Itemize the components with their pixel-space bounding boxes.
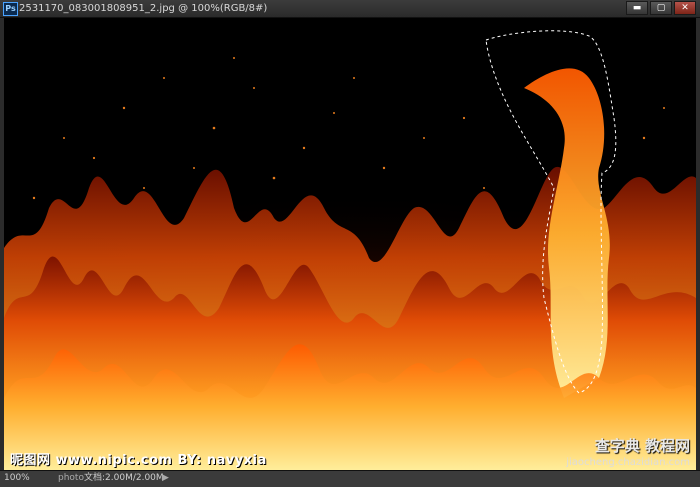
image-canvas[interactable]: 昵图网 www.nipic.com BY: navyxia 查字典 教程网 ji… (4, 18, 696, 470)
chazidian-watermark: 查字典 教程网 jiaocheng.chazidian.com (566, 437, 692, 470)
close-button[interactable]: ✕ (674, 1, 696, 15)
zoom-level[interactable]: 100% (4, 471, 30, 486)
document-size-info: 文档:2.00M/2.00M (84, 473, 164, 483)
maximize-button[interactable]: ▢ (650, 1, 672, 15)
fire-image (4, 18, 696, 470)
minimize-button[interactable]: ▬ (626, 1, 648, 15)
document-title: 2531170_083001808951_2.jpg @ 100%(RGB/8#… (19, 3, 268, 14)
title-bar[interactable]: Ps 2531170_083001808951_2.jpg @ 100%(RGB… (0, 0, 700, 18)
watermark-url: jiaocheng.chazidian.com (566, 457, 690, 468)
photoshop-icon: Ps (3, 2, 18, 16)
nipic-watermark: 昵图网 www.nipic.com BY: navyxia (10, 453, 267, 468)
status-menu-arrow-icon[interactable]: ▶ (162, 471, 169, 486)
window-controls: ▬ ▢ ✕ (626, 1, 696, 15)
watermark-brand: 查字典 教程网 (594, 437, 690, 455)
status-bar: 100% photo 文档:2.00M/2.00M ▶ (0, 470, 700, 487)
photoshop-document-window: Ps 2531170_083001808951_2.jpg @ 100%(RGB… (0, 0, 700, 487)
status-sub-label: photo (58, 473, 84, 483)
